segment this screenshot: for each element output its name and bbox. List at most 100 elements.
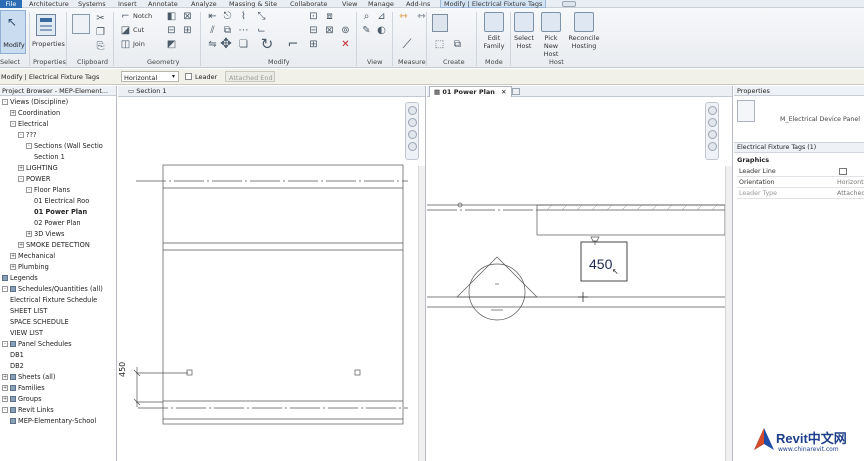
leader-line-checkbox[interactable] — [839, 168, 847, 175]
prop-leader-type-value[interactable]: Attached End — [837, 189, 864, 199]
menu-annotate[interactable]: Annotate — [148, 0, 178, 8]
move-icon[interactable]: ✥ — [218, 37, 234, 55]
mirror-icon[interactable]: ⇋ — [207, 39, 218, 50]
paste-icon[interactable] — [72, 14, 90, 34]
tree-item[interactable]: VIEW LIST — [10, 328, 43, 339]
menu-insert[interactable]: Insert — [118, 0, 137, 8]
offset-tool-icon[interactable]: ⧈ — [324, 11, 335, 22]
tree-item[interactable]: 02 Power Plan — [34, 218, 81, 229]
tab-01-power-plan[interactable]: ▦ 01 Power Plan ✕ — [429, 86, 512, 97]
join-roof-icon[interactable]: ⊞ — [182, 25, 193, 36]
copy-elements-icon[interactable]: ❏ — [238, 39, 249, 50]
tree-item[interactable]: DB2 — [10, 361, 24, 372]
menu-systems[interactable]: Systems — [78, 0, 106, 8]
collapse-icon[interactable]: - — [2, 99, 8, 105]
expand-icon[interactable]: + — [10, 253, 16, 259]
tree-item[interactable]: - Floor Plans — [26, 185, 70, 196]
menu-view[interactable]: View — [342, 0, 357, 8]
hide-icon[interactable]: ⌕ — [361, 11, 372, 22]
orientation-dropdown[interactable]: Horizontal ▾ — [121, 71, 179, 82]
create-group-icon[interactable]: ⬚ — [434, 39, 445, 50]
menu-modify-context[interactable]: Modify | Electrical Fixture Tags — [440, 0, 547, 8]
collapse-icon[interactable]: - — [26, 143, 32, 149]
tree-item[interactable]: SHEET LIST — [10, 306, 47, 317]
menu-collaborate[interactable]: Collaborate — [290, 0, 327, 8]
expand-icon[interactable]: + — [2, 385, 8, 391]
tree-item[interactable]: + Families — [2, 383, 45, 394]
tree-item[interactable]: -??? — [18, 130, 37, 141]
menu-analyze[interactable]: Analyze — [191, 0, 217, 8]
tree-item[interactable]: - POWER — [18, 174, 50, 185]
notch-icon[interactable]: ⌐ — [120, 11, 131, 22]
properties-button-label[interactable]: Properties — [32, 40, 65, 48]
menu-add-ins[interactable]: Add-Ins — [406, 0, 430, 8]
restore-view-icon[interactable] — [512, 88, 520, 95]
collapse-icon[interactable]: - — [26, 187, 32, 193]
select-host-button[interactable]: Select Host — [512, 12, 536, 50]
expand-icon[interactable]: + — [10, 110, 16, 116]
tree-item[interactable]: 01 Power Plan — [34, 207, 87, 218]
expand-icon[interactable]: + — [26, 231, 32, 237]
collapse-icon[interactable]: - — [2, 286, 8, 292]
vertical-scrollbar[interactable] — [418, 166, 425, 461]
offset-icon[interactable]: ⫽ — [207, 25, 218, 36]
close-icon[interactable]: ✕ — [501, 88, 506, 96]
demolish-icon[interactable]: ⊠ — [182, 11, 193, 22]
instance-selector[interactable]: Electrical Fixture Tags (1) — [734, 142, 864, 153]
properties-icon[interactable] — [36, 14, 56, 36]
ribbon-toggle-icon[interactable] — [562, 1, 576, 7]
match-properties-icon[interactable]: ⎘ — [95, 41, 106, 52]
tree-item[interactable]: + Coordination — [10, 108, 60, 119]
pick-new-host-button[interactable]: Pick New Host — [537, 12, 565, 58]
override-graphics-icon[interactable]: ✎ — [361, 25, 372, 36]
mirror-axis-icon[interactable]: ⎋ — [222, 11, 233, 22]
electrical-fixture-tag-value[interactable]: 450 — [589, 256, 612, 272]
type-selector[interactable]: M_Electrical Device Panel — [780, 116, 860, 123]
cut-icon[interactable]: ✂ — [95, 13, 106, 24]
align-icon[interactable]: ⇤ — [207, 11, 218, 22]
plan-vertical-scrollbar[interactable] — [725, 166, 732, 461]
tab-section-1[interactable]: ▭ Section 1 — [124, 86, 171, 97]
copy-element-icon[interactable]: ⧉ — [222, 25, 233, 36]
copy-icon[interactable]: ❐ — [95, 27, 106, 38]
delete-icon[interactable]: ✕ — [340, 39, 351, 50]
plan-view[interactable]: ▦ 01 Power Plan ✕ 450 ↖ — [427, 86, 733, 461]
collapse-icon[interactable]: - — [18, 176, 24, 182]
paint-icon[interactable]: ◩ — [166, 39, 177, 50]
trim-extend-icon[interactable]: ⌐ — [285, 38, 301, 55]
tree-item[interactable]: SPACE SCHEDULE — [10, 317, 69, 328]
expand-icon[interactable]: + — [2, 396, 8, 402]
collapse-icon[interactable]: - — [18, 132, 24, 138]
menu-architecture[interactable]: Architecture — [29, 0, 69, 8]
notch-label[interactable]: Notch — [133, 12, 152, 20]
section-dimension-text[interactable]: 450 — [118, 357, 127, 377]
aligned-dimension-icon[interactable]: ⟋ — [398, 38, 416, 55]
tree-item[interactable]: - Electrical — [10, 119, 48, 130]
group-icon[interactable]: ⊠ — [324, 25, 335, 36]
tree-item[interactable]: - Schedules/Quantities (all) — [2, 284, 103, 295]
create-part-icon[interactable] — [432, 14, 448, 32]
tree-item[interactable]: + SMOKE DETECTION — [18, 240, 90, 251]
tree-item[interactable]: + Plumbing — [10, 262, 49, 273]
tree-item[interactable]: +3D Views — [26, 229, 64, 240]
tree-item[interactable]: - Views (Discipline) — [2, 97, 68, 108]
tree-item[interactable]: + Sheets (all) — [2, 372, 55, 383]
expand-icon[interactable]: + — [18, 242, 24, 248]
measure-icon[interactable]: ⇿ — [398, 11, 409, 22]
tree-item[interactable]: DB1 — [10, 350, 24, 361]
tree-item[interactable]: - Panel Schedules — [2, 339, 72, 350]
modify-button[interactable]: ↖ Modify — [0, 10, 26, 54]
scale-icon[interactable]: ⤡ — [256, 11, 267, 22]
collapse-icon[interactable]: - — [2, 407, 8, 413]
join-icon[interactable]: ◫ — [120, 39, 131, 50]
section-view[interactable]: ▭ Section 1 450 — [118, 86, 426, 461]
collapse-icon[interactable]: - — [2, 341, 8, 347]
menu-file[interactable]: File — [0, 0, 22, 8]
leader-checkbox[interactable] — [185, 73, 192, 80]
view-tool-icon[interactable]: ◐ — [376, 25, 387, 36]
linework-icon[interactable]: ⊿ — [376, 11, 387, 22]
tree-item[interactable]: Legends — [2, 273, 38, 284]
unpin-icon[interactable]: ⊟ — [308, 25, 319, 36]
tree-item[interactable]: Section 1 — [34, 152, 65, 163]
trim-icon[interactable]: ⌙ — [256, 25, 267, 36]
